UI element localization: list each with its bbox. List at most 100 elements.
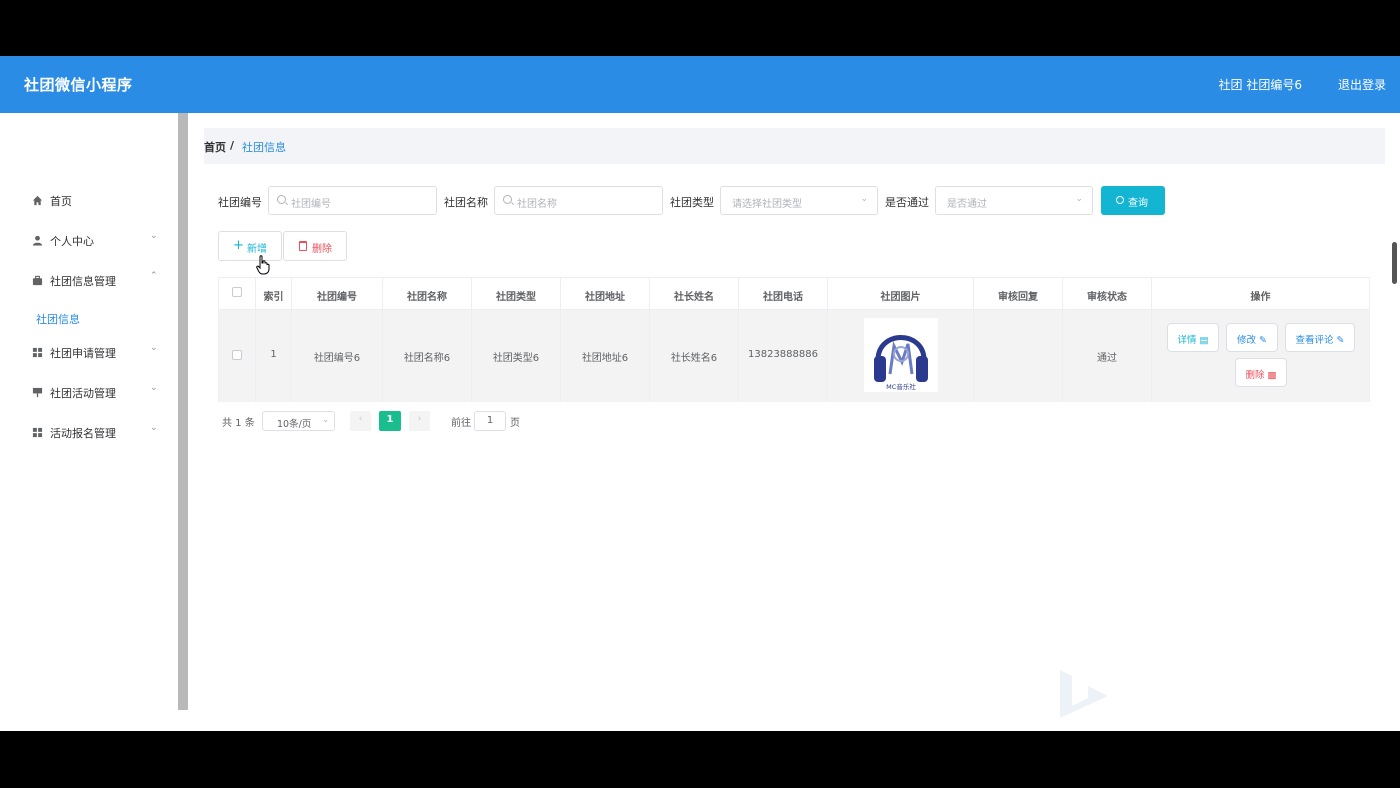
sidebar-item-club-info[interactable]: 社团信息管理 ⌃ bbox=[0, 261, 178, 301]
breadcrumb: 首页 / 社团信息 bbox=[204, 128, 1385, 164]
header-club-name: 社团名称 bbox=[383, 278, 472, 309]
header-review-status: 审核状态 bbox=[1063, 278, 1152, 309]
trash-icon: ▩ bbox=[1267, 370, 1277, 381]
cell-review-status: 通过 bbox=[1063, 310, 1152, 402]
user-info: 社团 社团编号6 bbox=[1218, 78, 1302, 92]
query-button-label: 查询 bbox=[1128, 198, 1148, 209]
club-no-label: 社团编号 bbox=[218, 196, 262, 209]
breadcrumb-home[interactable]: 首页 bbox=[204, 139, 226, 155]
chevron-down-icon: ⌄ bbox=[150, 231, 158, 241]
sidebar-item-club-activity[interactable]: 社团活动管理 ⌄ bbox=[0, 373, 178, 413]
app-title: 社团微信小程序 bbox=[24, 76, 133, 94]
sidebar-item-profile[interactable]: 个人中心 ⌄ bbox=[0, 221, 178, 261]
add-button[interactable]: + 新增 bbox=[218, 231, 282, 261]
header-index: 索引 bbox=[256, 278, 292, 309]
search-icon bbox=[503, 195, 512, 204]
cell-president: 社长姓名6 bbox=[650, 310, 739, 402]
header-image: 社团图片 bbox=[828, 278, 974, 309]
page-scrollbar[interactable] bbox=[1392, 242, 1397, 284]
page-size-value: 10条/页 bbox=[277, 419, 312, 430]
club-name-placeholder: 社团名称 bbox=[517, 199, 557, 210]
row-select-cell bbox=[219, 310, 256, 402]
trash-icon bbox=[299, 241, 307, 251]
user-icon bbox=[32, 235, 43, 246]
header-phone: 社团电话 bbox=[739, 278, 828, 309]
breadcrumb-current: 社团信息 bbox=[242, 141, 286, 154]
search-icon bbox=[277, 195, 286, 204]
logout-link[interactable]: 退出登录 bbox=[1338, 76, 1386, 93]
chevron-down-icon: ⌄ bbox=[150, 383, 158, 393]
breadcrumb-separator: / bbox=[230, 139, 235, 152]
row-checkbox[interactable] bbox=[232, 350, 242, 360]
chevron-down-icon: ⌄ bbox=[150, 423, 158, 433]
sidebar-item-home[interactable]: 首页 bbox=[0, 181, 178, 221]
approved-placeholder: 是否通过 bbox=[947, 199, 987, 210]
goto-label: 前往 bbox=[451, 418, 471, 429]
sidebar: 首页 个人中心 ⌄ 社团信息管理 ⌃ 社团信息 社团申请管理 ⌄ 社团活动管理 … bbox=[0, 113, 178, 731]
sidebar-item-signup[interactable]: 活动报名管理 ⌄ bbox=[0, 413, 178, 453]
detail-button-label: 详情 bbox=[1177, 335, 1197, 346]
page-suffix: 页 bbox=[510, 418, 520, 429]
row-delete-label: 删除 bbox=[1245, 370, 1265, 381]
sidebar-item-label: 首页 bbox=[50, 195, 72, 208]
cell-club-address: 社团地址6 bbox=[561, 310, 650, 402]
header-club-no: 社团编号 bbox=[292, 278, 383, 309]
cell-club-type: 社团类型6 bbox=[472, 310, 561, 402]
search-icon bbox=[1116, 196, 1124, 204]
edit-button-label: 修改 bbox=[1236, 335, 1256, 346]
bulk-delete-button[interactable]: 删除 bbox=[283, 231, 347, 261]
club-type-select[interactable]: 请选择社团类型 ⌄ bbox=[720, 186, 878, 215]
pencil-icon: ✎ bbox=[1259, 335, 1267, 346]
approved-label: 是否通过 bbox=[885, 196, 929, 209]
sidebar-item-label: 社团信息管理 bbox=[50, 275, 116, 288]
app-window: 社团微信小程序 社团 社团编号6 退出登录 首页 个人中心 ⌄ 社团信息管理 ⌃… bbox=[0, 56, 1400, 731]
next-page-button[interactable]: › bbox=[409, 411, 430, 431]
goto-page-input[interactable]: 1 bbox=[474, 411, 506, 431]
board-icon bbox=[32, 387, 43, 398]
detail-button[interactable]: 详情 ▤ bbox=[1167, 323, 1219, 352]
cell-operations: 详情 ▤ 修改 ✎ 查看评论 ✎ 删除 ▩ bbox=[1152, 310, 1369, 402]
top-navbar: 社团微信小程序 社团 社团编号6 退出登录 bbox=[0, 56, 1400, 113]
grid-icon bbox=[32, 347, 43, 358]
club-name-input[interactable]: 社团名称 bbox=[494, 186, 663, 215]
select-all-checkbox[interactable] bbox=[232, 287, 242, 297]
header-operations: 操作 bbox=[1250, 292, 1271, 303]
chevron-down-icon: ⌄ bbox=[322, 415, 329, 424]
prev-page-button[interactable]: ‹ bbox=[350, 411, 371, 431]
club-type-label: 社团类型 bbox=[670, 196, 714, 209]
page-size-select[interactable]: 10条/页 ⌄ bbox=[262, 411, 335, 431]
page-number-current[interactable]: 1 bbox=[379, 411, 401, 431]
sidebar-item-label: 活动报名管理 bbox=[50, 427, 116, 440]
cell-review-reply bbox=[974, 310, 1063, 402]
query-button[interactable]: 查询 bbox=[1101, 186, 1165, 215]
chevron-down-icon: ⌄ bbox=[1075, 194, 1083, 204]
plus-icon: + bbox=[233, 238, 244, 253]
pagination-total: 共 1 条 bbox=[222, 418, 255, 429]
approved-select[interactable]: 是否通过 ⌄ bbox=[935, 186, 1093, 215]
chevron-down-icon: ⌄ bbox=[860, 194, 868, 204]
chevron-down-icon: ⌄ bbox=[150, 343, 158, 353]
club-image[interactable]: MC音乐社 bbox=[864, 318, 938, 392]
sidebar-item-label: 社团申请管理 bbox=[50, 347, 116, 360]
club-image-caption: MC音乐社 bbox=[886, 382, 916, 391]
document-icon: ▤ bbox=[1199, 335, 1209, 346]
home-icon bbox=[32, 195, 43, 206]
grid-icon bbox=[32, 427, 43, 438]
cell-image: MC音乐社 bbox=[828, 310, 974, 402]
sidebar-scrollbar[interactable] bbox=[178, 113, 188, 710]
header-club-type: 社团类型 bbox=[472, 278, 561, 309]
table-row: 1 社团编号6 社团名称6 社团类型6 社团地址6 社长姓名6 13823888… bbox=[219, 310, 1369, 402]
row-delete-button[interactable]: 删除 ▩ bbox=[1235, 358, 1287, 387]
edit-button[interactable]: 修改 ✎ bbox=[1226, 323, 1278, 352]
cell-club-name: 社团名称6 bbox=[383, 310, 472, 402]
view-comments-button[interactable]: 查看评论 ✎ bbox=[1285, 323, 1355, 352]
sidebar-subitem-club-info[interactable]: 社团信息 bbox=[36, 311, 80, 327]
club-name-label: 社团名称 bbox=[444, 196, 488, 209]
sidebar-item-label: 个人中心 bbox=[50, 235, 94, 248]
sidebar-item-club-apply[interactable]: 社团申请管理 ⌄ bbox=[0, 333, 178, 373]
cell-club-no: 社团编号6 bbox=[292, 310, 383, 402]
club-no-input[interactable]: 社团编号 bbox=[268, 186, 437, 215]
header-president: 社长姓名 bbox=[650, 278, 739, 309]
cell-phone: 13823888886 bbox=[739, 310, 828, 402]
bulk-delete-label: 删除 bbox=[312, 244, 332, 255]
